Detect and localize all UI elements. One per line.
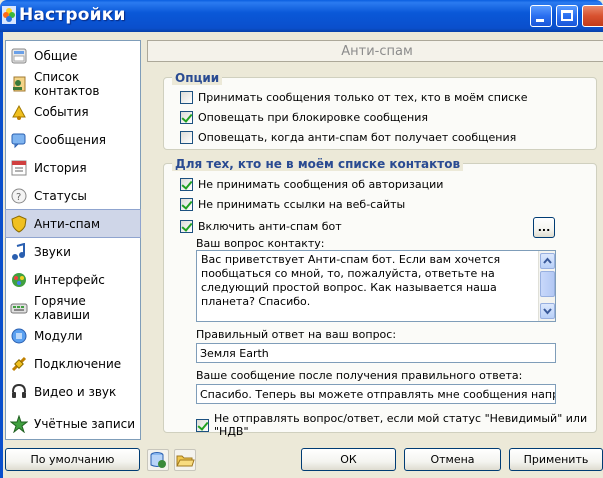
scroll-down-button[interactable] [540, 303, 555, 319]
connection-icon [10, 355, 28, 373]
app-flower-icon [2, 6, 16, 24]
minimize-button[interactable] [530, 5, 552, 27]
checkbox-label: Включить анти-спам бот [198, 220, 342, 233]
checkbox[interactable] [196, 418, 209, 432]
skip-when-invisible-checkbox[interactable]: Не отправлять вопрос/ответ, если мой ста… [196, 412, 603, 438]
notify-on-block-checkbox[interactable]: Оповещать при блокировке сообщения [180, 111, 428, 124]
checkbox[interactable] [180, 131, 193, 144]
general-icon [10, 47, 28, 65]
cancel-button[interactable]: Отмена [404, 448, 501, 471]
sidebar-item-interface[interactable]: Интерфейс [6, 266, 140, 294]
sidebar-item-label: События [34, 105, 89, 119]
folder-open-icon [176, 455, 195, 467]
accounts-icon [9, 414, 29, 434]
scroll-up-button[interactable] [540, 253, 555, 269]
ok-button[interactable]: ОК [301, 448, 396, 471]
window-title: Настройки [19, 5, 126, 25]
sidebar-item-antispam[interactable]: Анти-спам [5, 209, 141, 238]
sidebar-item-hotkeys[interactable]: Горячие клавиши [6, 294, 140, 322]
sounds-icon [10, 242, 28, 261]
checkbox[interactable] [180, 111, 193, 124]
sidebar-item-general[interactable]: Общие [6, 42, 140, 70]
maximize-icon [561, 10, 573, 21]
question-textarea[interactable]: Вас приветствует Анти-спам бот. Если вам… [196, 250, 556, 322]
import-settings-button[interactable] [174, 449, 196, 471]
export-settings-button[interactable] [147, 449, 169, 471]
bot-settings-button[interactable]: ... [533, 217, 555, 238]
page-title: Анти-спам [341, 43, 413, 59]
question-scrollbar[interactable] [538, 251, 555, 321]
accept-only-contacts-checkbox[interactable]: Принимать сообщения только от тех, кто в… [180, 91, 528, 104]
sidebar-item-contact-list[interactable]: Список контактов [6, 70, 140, 98]
sidebar-item-label: Общие [34, 49, 78, 63]
sidebar-item-label: Сообщения [34, 133, 107, 147]
sidebar-item-messages[interactable]: Сообщения [6, 126, 140, 154]
history-icon [10, 159, 28, 177]
checkbox[interactable] [180, 178, 193, 191]
checkbox[interactable] [180, 91, 193, 104]
database-icon [150, 452, 166, 468]
default-button[interactable]: По умолчанию [5, 448, 140, 471]
sidebar-item-label: Модули [34, 329, 83, 343]
modules-icon [10, 327, 28, 345]
sidebar-item-connection[interactable]: Подключение [6, 350, 140, 378]
svg-text:?: ? [16, 192, 21, 203]
sidebar-item-label: Интерфейс [34, 273, 105, 287]
checkbox-label: Не отправлять вопрос/ответ, если мой ста… [214, 412, 588, 438]
enable-antispam-bot-checkbox[interactable]: Включить анти-спам бот [180, 220, 342, 233]
checkbox[interactable] [180, 198, 193, 211]
checkbox-label: Не принимать сообщения об авторизации [198, 178, 444, 191]
checkbox[interactable] [180, 220, 193, 233]
sidebar-item-accounts[interactable]: Учётные записи [6, 410, 140, 438]
sidebar-item-statuses[interactable]: ? Статусы [6, 182, 140, 210]
sidebar-item-sounds[interactable]: Звуки [6, 238, 140, 266]
sidebar-item-label: Горячие клавиши [34, 294, 90, 322]
title-bar[interactable]: Настройки [0, 0, 603, 32]
sidebar-item-label: Подключение [34, 357, 122, 371]
reject-auth-requests-checkbox[interactable]: Не принимать сообщения об авторизации [180, 178, 443, 191]
unknown-contacts-group-title: Для тех, кто не в моём списке контактов [172, 157, 464, 171]
sidebar-item-label: Список контактов [34, 70, 100, 98]
notify-bot-receives-checkbox[interactable]: Оповещать, когда анти-спам бот получает … [180, 131, 516, 144]
page-title-bar: Анти-спам [147, 40, 603, 62]
antispam-shield-icon [10, 214, 28, 233]
sidebar-item-label: Звуки [34, 245, 71, 259]
apply-button[interactable]: Применить [509, 448, 603, 471]
checkbox-label: Оповещать при блокировке сообщения [198, 111, 428, 124]
scroll-thumb[interactable] [540, 271, 555, 297]
statuses-icon: ? [10, 187, 28, 205]
messages-icon [10, 131, 28, 149]
question-label: Ваш вопрос контакту: [196, 237, 325, 250]
checkbox-label: Оповещать, когда анти-спам бот получает … [198, 131, 517, 144]
close-button[interactable] [582, 5, 603, 27]
after-answer-input[interactable]: Спасибо. Теперь вы можете отправлять мне… [196, 384, 556, 404]
reject-links-checkbox[interactable]: Не принимать ссылки на веб-сайты [180, 198, 405, 211]
sidebar-item-label: Видео и звук [34, 385, 117, 399]
events-icon [10, 103, 28, 121]
checkbox-label: Принимать сообщения только от тех, кто в… [198, 91, 528, 104]
sidebar-item-modules[interactable]: Модули [6, 322, 140, 350]
sidebar-item-label: История [34, 161, 87, 175]
minimize-icon [536, 19, 544, 22]
sidebar-item-history[interactable]: История [6, 154, 140, 182]
sidebar-item-events[interactable]: События [6, 98, 140, 126]
hotkeys-icon [10, 299, 28, 317]
sidebar-item-label: Статусы [34, 189, 87, 203]
answer-input[interactable]: Земля Earth [196, 343, 556, 363]
maximize-button[interactable] [556, 5, 578, 27]
options-group-title: Опции [172, 71, 223, 85]
settings-sidebar: Общие Список контактов События Сообщения… [5, 40, 141, 440]
sidebar-item-label: Анти-спам [34, 216, 101, 231]
checkbox-label: Не принимать ссылки на веб-сайты [198, 198, 406, 211]
interface-icon [10, 271, 28, 289]
after-answer-label: Ваше сообщение после получения правильно… [196, 369, 523, 382]
question-text: Вас приветствует Анти-спам бот. Если вам… [201, 253, 501, 308]
contact-list-icon [10, 75, 28, 93]
sidebar-item-label: Учётные записи [34, 417, 136, 431]
video-sound-icon [10, 383, 28, 401]
answer-label: Правильный ответ на ваш вопрос: [196, 328, 397, 341]
sidebar-item-video-sound[interactable]: Видео и звук [6, 378, 140, 406]
